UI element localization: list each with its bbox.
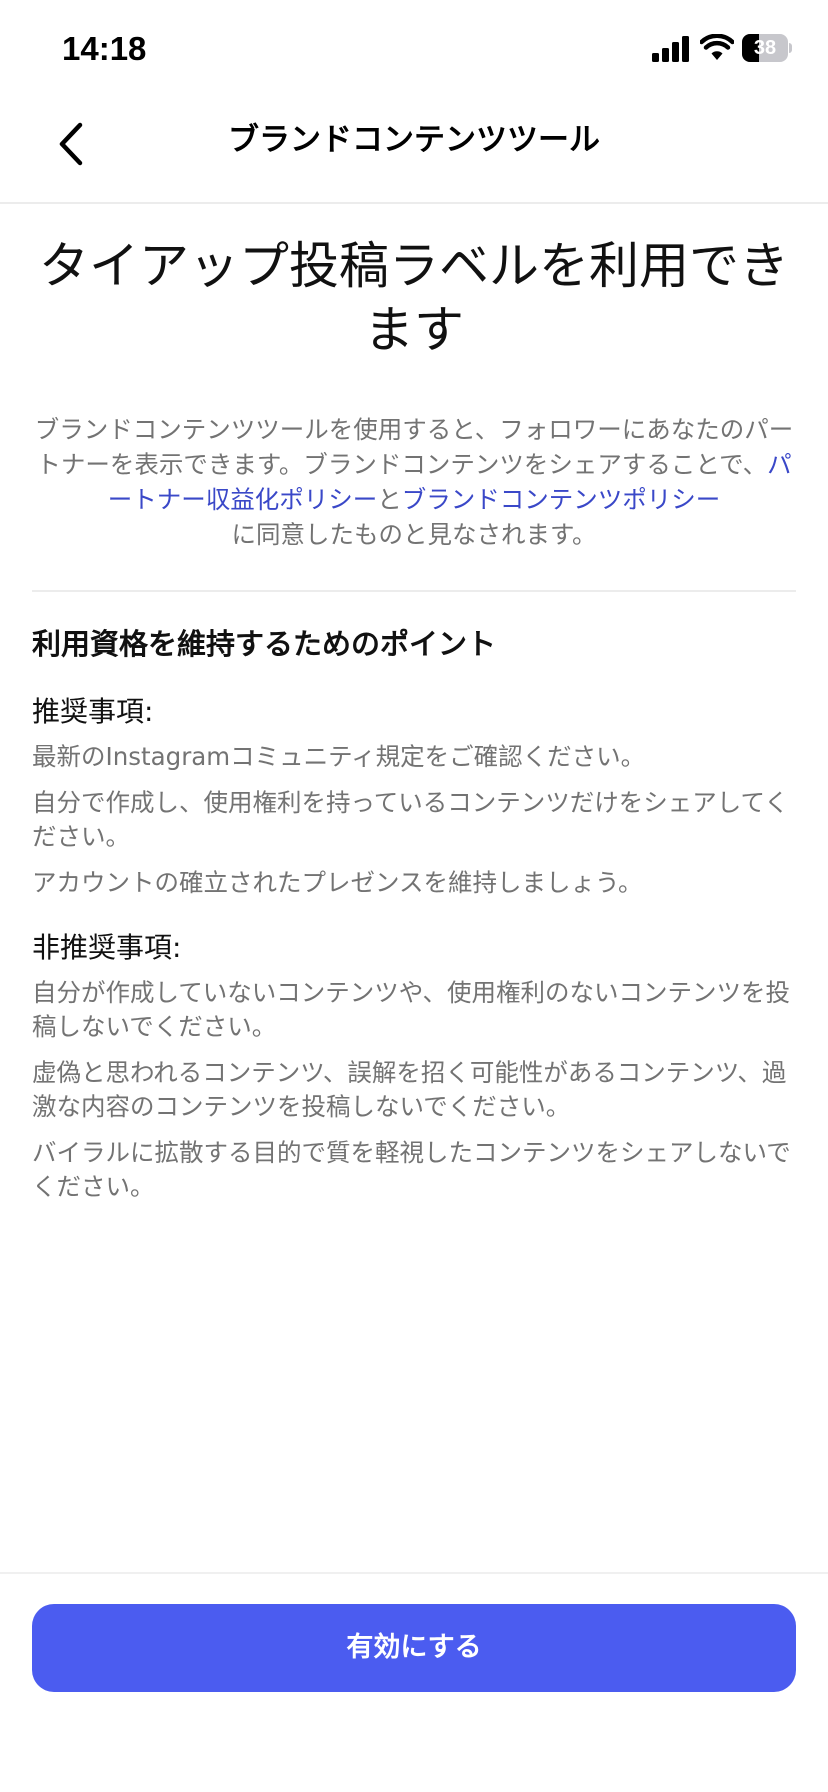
chevron-left-icon — [59, 122, 83, 166]
donts-item: バイラルに拡散する目的で質を軽視したコンテンツをシェアしないでください。 — [32, 1138, 791, 1201]
divider — [32, 590, 796, 592]
status-bar: 14:18 38 — [0, 0, 828, 100]
nav-bar: ブランドコンテンツツール — [0, 100, 828, 204]
intro-text-part-1: ブランドコンテンツツールを使用すると、フォロワーにあなたのパートナーを表示できま… — [34, 415, 794, 479]
branded-content-policy-link[interactable]: ブランドコンテンツポリシー — [402, 485, 721, 514]
wifi-icon — [700, 34, 734, 60]
points-heading: 利用資格を維持するためのポイント — [32, 627, 497, 661]
dos-item: アカウントの確立されたプレゼンスを維持しましょう。 — [32, 868, 643, 897]
donts-item: 自分が作成していないコンテンツや、使用権利のないコンテンツを投稿しないでください… — [32, 978, 791, 1041]
intro-text-part-2: と — [377, 485, 402, 514]
donts-item: 虚偽と思われるコンテンツ、誤解を招く可能性があるコンテンツ、過激な内容のコンテン… — [32, 1058, 787, 1121]
bottom-bar: 有効にする — [0, 1572, 828, 1792]
intro-text: ブランドコンテンツツールを使用すると、フォロワーにあなたのパートナーを表示できま… — [32, 412, 796, 552]
enable-button[interactable]: 有効にする — [32, 1604, 796, 1692]
headline: タイアップ投稿ラベルを利用できます — [39, 237, 789, 359]
battery-percent: 38 — [753, 37, 777, 59]
signal-icon — [652, 36, 689, 62]
back-button[interactable] — [40, 114, 100, 174]
dos-heading: 推奨事項: — [32, 695, 154, 728]
page-title: ブランドコンテンツツール — [228, 122, 600, 158]
status-time: 14:18 — [62, 30, 147, 67]
main-content: タイアップ投稿ラベルを利用できます ブランドコンテンツツールを使用すると、フォロ… — [32, 204, 796, 1216]
intro-text-part-3: に同意したものと見なされます。 — [231, 520, 597, 549]
dos-item: 最新のInstagramコミュニティ規定をご確認ください。 — [32, 742, 646, 771]
donts-heading: 非推奨事項: — [32, 931, 182, 964]
dos-item: 自分で作成し、使用権利を持っているコンテンツだけをシェアしてください。 — [32, 788, 789, 851]
battery-icon: 38 — [742, 34, 792, 62]
